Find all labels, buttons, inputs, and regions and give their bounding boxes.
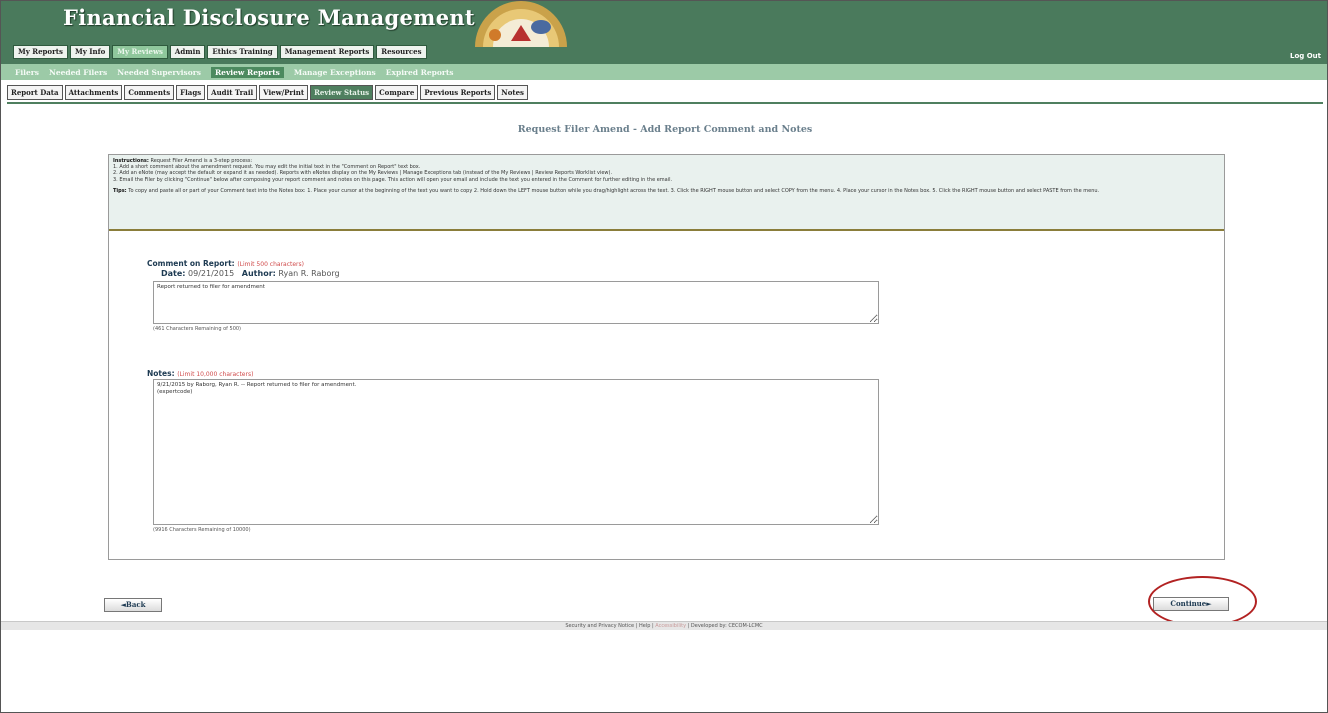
- logout-link[interactable]: Log Out: [1290, 52, 1321, 60]
- instructions-step-3: 3. Email the Filer by clicking "Continue…: [113, 176, 673, 183]
- comment-textarea[interactable]: [153, 281, 879, 324]
- sub-navigation: Filers Needed Filers Needed Supervisors …: [1, 64, 1327, 80]
- tab-my-info[interactable]: My Info: [69, 45, 111, 59]
- notes-textarea[interactable]: [153, 379, 879, 525]
- subnav-needed-supervisors[interactable]: Needed Supervisors: [117, 68, 201, 77]
- instructions-tips: Tips: To copy and paste all or part of y…: [113, 187, 1100, 194]
- tab-previous-reports[interactable]: Previous Reports: [420, 85, 496, 100]
- tab-admin[interactable]: Admin: [169, 45, 206, 59]
- help-link[interactable]: Help: [639, 623, 650, 629]
- comment-remaining-count: (461 Characters Remaining of 500): [153, 326, 242, 332]
- tab-attachments[interactable]: Attachments: [64, 85, 123, 100]
- notes-limit: (Limit 10,000 characters): [177, 371, 254, 378]
- main-tabs: My Reports My Info My Reviews Admin Ethi…: [13, 45, 427, 59]
- comment-label: Comment on Report: (Limit 500 characters…: [147, 259, 304, 268]
- tab-my-reports[interactable]: My Reports: [13, 45, 68, 59]
- tab-compare[interactable]: Compare: [375, 85, 419, 100]
- comment-author: Ryan R. Raborg: [278, 269, 340, 278]
- tab-management-reports[interactable]: Management Reports: [279, 45, 375, 59]
- notes-label: Notes: (Limit 10,000 characters): [147, 369, 254, 378]
- notes-remaining-count: (9916 Characters Remaining of 10000): [153, 527, 251, 533]
- developer-credit: Developed by: CECOM-LCMC: [690, 623, 763, 629]
- application-window: Financial Disclosure Management My Repor…: [0, 0, 1328, 713]
- comment-notes-panel: Instructions: Request Filer Amend is a 3…: [108, 154, 1225, 560]
- tab-my-reviews[interactable]: My Reviews: [112, 45, 168, 59]
- tab-comments[interactable]: Comments: [124, 85, 175, 100]
- tab-notes[interactable]: Notes: [497, 85, 528, 100]
- tab-review-status[interactable]: Review Status: [310, 85, 374, 100]
- comment-date: 09/21/2015: [188, 269, 235, 278]
- page-footer: Security and Privacy Notice | Help | Acc…: [1, 621, 1327, 630]
- comment-limit: (Limit 500 characters): [237, 261, 304, 268]
- subnav-expired-reports[interactable]: Expired Reports: [386, 68, 454, 77]
- tab-audit-trail[interactable]: Audit Trail: [207, 85, 258, 100]
- subnav-needed-filers[interactable]: Needed Filers: [49, 68, 107, 77]
- subnav-manage-exceptions[interactable]: Manage Exceptions: [294, 68, 376, 77]
- page-title: Request Filer Amend - Add Report Comment…: [517, 124, 813, 135]
- tab-view-print[interactable]: View/Print: [259, 85, 309, 100]
- app-title: Financial Disclosure Management: [63, 5, 475, 30]
- tab-report-data[interactable]: Report Data: [7, 85, 63, 100]
- tab-flags[interactable]: Flags: [176, 85, 206, 100]
- comment-meta: Date: 09/21/2015 Author: Ryan R. Raborg: [161, 269, 340, 278]
- subnav-filers[interactable]: Filers: [15, 68, 39, 77]
- back-button[interactable]: ◄Back: [104, 598, 162, 612]
- tab-resources[interactable]: Resources: [376, 45, 427, 59]
- security-privacy-link[interactable]: Security and Privacy Notice: [565, 623, 634, 629]
- tabs-divider: [7, 102, 1323, 104]
- report-tabs: Report Data Attachments Comments Flags A…: [7, 85, 528, 100]
- accessibility-link[interactable]: Accessibility: [655, 623, 686, 629]
- instructions-box: Instructions: Request Filer Amend is a 3…: [109, 155, 1224, 231]
- department-seal-logo: [441, 1, 601, 47]
- subnav-review-reports[interactable]: Review Reports: [210, 66, 284, 78]
- tab-ethics-training[interactable]: Ethics Training: [207, 45, 278, 59]
- continue-button[interactable]: Continue►: [1153, 597, 1229, 611]
- app-header: Financial Disclosure Management My Repor…: [1, 1, 1327, 64]
